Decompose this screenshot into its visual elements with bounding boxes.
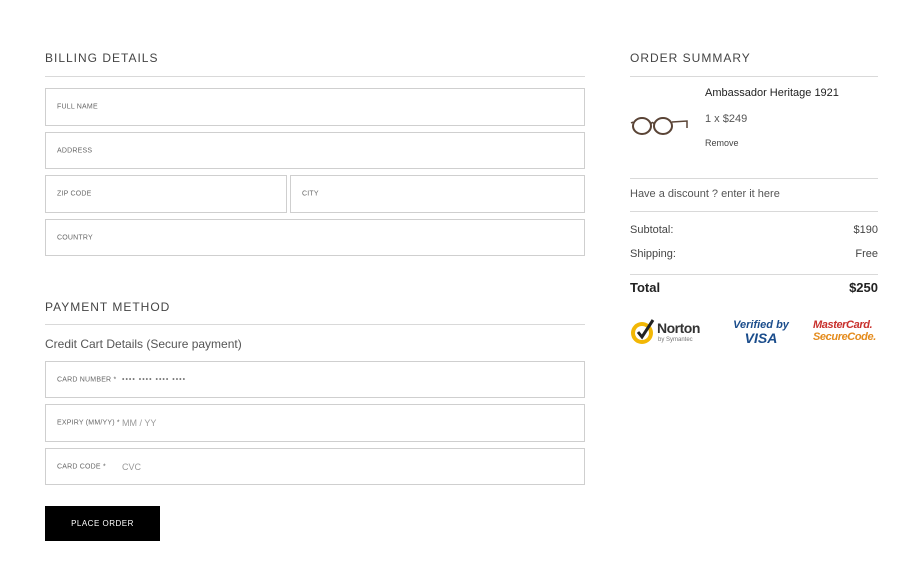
zip-code-field[interactable]: ZIP CODE (45, 175, 287, 213)
summary-title: ORDER SUMMARY (630, 51, 751, 65)
norton-check-icon (631, 319, 655, 344)
discount-top-divider (630, 178, 878, 179)
total-divider (630, 274, 878, 275)
billing-divider (45, 76, 585, 77)
city-label: CITY (302, 190, 319, 198)
card-number-placeholder: •••• •••• •••• •••• (122, 376, 187, 383)
payment-title: PAYMENT METHOD (45, 300, 171, 314)
country-label: COUNTRY (57, 234, 93, 241)
remove-link[interactable]: Remove (705, 138, 739, 148)
shipping-label: Shipping: (630, 248, 676, 260)
address-label: ADDRESS (57, 147, 93, 154)
total-label: Total (630, 280, 661, 295)
expiry-field[interactable]: EXPIRY (MM/YY) * MM / YY (45, 404, 585, 442)
card-code-placeholder: CVC (122, 461, 142, 472)
norton-sub: by Symantec (658, 337, 693, 343)
full-name-label: FULL NAME (57, 103, 98, 111)
billing-title: BILLING DETAILS (45, 51, 159, 65)
card-code-field[interactable]: CARD CODE * CVC (45, 448, 585, 485)
mastercard-securecode-badge: MasterCard. SecureCode. (813, 319, 881, 349)
mastercard-line2: SecureCode. (813, 331, 876, 343)
visa-line2: VISA (744, 330, 778, 346)
address-field[interactable]: ADDRESS (45, 132, 585, 169)
discount-bottom-divider (630, 211, 878, 212)
norton-badge: Norton by Symantec (629, 317, 709, 349)
subtotal-row: Subtotal: $190 (630, 224, 878, 236)
subtotal-label: Subtotal: (630, 224, 674, 236)
card-number-label: CARD NUMBER * (57, 376, 117, 383)
eyeglasses-icon (630, 112, 690, 138)
place-order-button[interactable]: PLACE ORDER (45, 506, 160, 541)
shipping-value: Free (855, 248, 878, 260)
payment-divider (45, 324, 585, 325)
item-name[interactable]: Ambassador Heritage 1921 (705, 87, 839, 99)
zip-code-label: ZIP CODE (57, 190, 92, 198)
card-number-field[interactable]: CARD NUMBER * •••• •••• •••• •••• (45, 361, 585, 398)
total-value: $250 (849, 280, 878, 295)
payment-subtitle: Credit Cart Details (Secure payment) (45, 337, 242, 351)
norton-text: Norton (657, 320, 700, 336)
expiry-label: EXPIRY (MM/YY) * (57, 419, 120, 427)
expiry-placeholder: MM / YY (122, 418, 157, 428)
city-field[interactable]: CITY (290, 175, 585, 213)
full-name-field[interactable]: FULL NAME (45, 88, 585, 126)
card-code-label: CARD CODE * (57, 463, 106, 470)
shipping-row: Shipping: Free (630, 248, 878, 260)
summary-divider (630, 76, 878, 77)
mastercard-line1: MasterCard. (813, 319, 873, 331)
subtotal-value: $190 (853, 224, 878, 236)
verified-by-visa-badge: Verified by VISA (731, 319, 791, 349)
country-field[interactable]: COUNTRY (45, 219, 585, 256)
total-row: Total $250 (630, 280, 878, 295)
item-qty-price: 1 x $249 (705, 113, 748, 125)
discount-link[interactable]: Have a discount ? enter it here (630, 188, 780, 200)
